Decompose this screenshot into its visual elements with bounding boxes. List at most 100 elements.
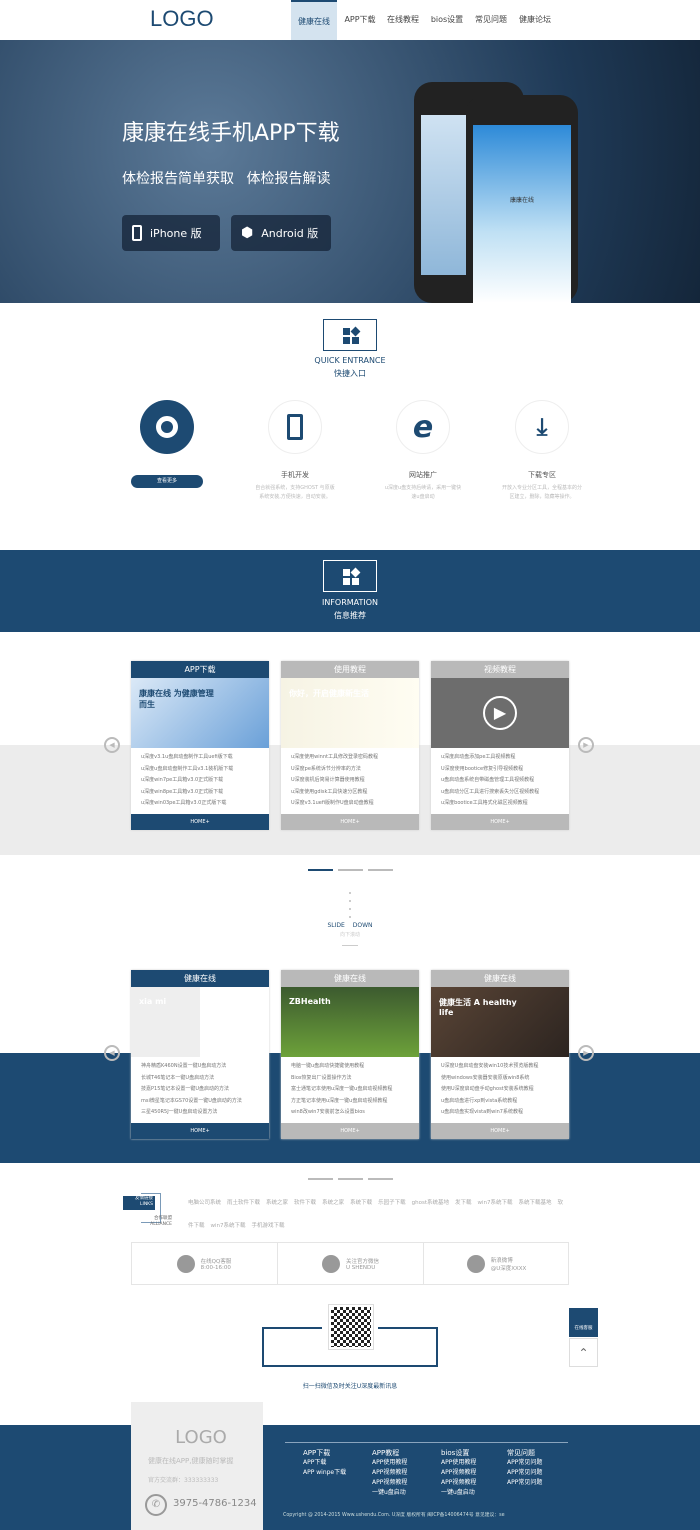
carousel-dot[interactable] <box>368 869 393 871</box>
nav-item[interactable]: 健康在线 <box>291 0 337 40</box>
footer-link[interactable]: APP winpe下载 <box>303 1468 346 1478</box>
card-image[interactable]: 康康在线 为健康管理而生 <box>131 678 269 748</box>
footer-link[interactable]: APP常见问题 <box>507 1458 542 1468</box>
footer-link[interactable]: APP常见问题 <box>507 1478 542 1488</box>
contact-item[interactable]: 关注官方微信 U SHENDU <box>277 1242 423 1285</box>
card-title[interactable]: 健康在线 <box>131 970 269 987</box>
carousel-dot[interactable] <box>338 1178 363 1180</box>
prev-arrow-icon[interactable]: ◀ <box>104 1045 120 1061</box>
back-to-top-button[interactable]: ⌃ <box>569 1338 598 1367</box>
home-button[interactable]: HOME+ <box>281 1123 419 1139</box>
footer-link[interactable]: APP视频教程 <box>441 1468 476 1478</box>
card-link[interactable]: U深度使用bootice修复引导视频教程 <box>441 764 559 776</box>
friend-link[interactable]: 发下载 <box>455 1200 472 1206</box>
friend-link[interactable]: 乐园子下载 <box>378 1200 406 1206</box>
prev-arrow-icon[interactable]: ◀ <box>104 737 120 753</box>
android-button[interactable]: ⬢ Android 版 <box>231 215 331 251</box>
friend-link[interactable]: 雨土软件下载 <box>227 1200 260 1206</box>
card-link[interactable]: U深度装机后简易计算器使用教程 <box>291 775 409 787</box>
nav-item[interactable]: bios设置 <box>427 0 467 40</box>
slide-down-label[interactable]: SLIDE DOWN <box>300 922 400 929</box>
card-link[interactable]: Bios恢复出厂设置操作方法 <box>291 1073 409 1085</box>
card-link[interactable]: u深度win7pe工具箱v3.0正式版下载 <box>141 775 259 787</box>
card-link[interactable]: win8改win7安装前怎么设置bios <box>291 1107 409 1119</box>
download-icon[interactable]: ⤓ <box>515 400 569 454</box>
card-link[interactable]: u深度使用gdisk工具快速分区教程 <box>291 787 409 799</box>
card-image[interactable]: xia mi <box>131 987 269 1057</box>
card-link[interactable]: 长城T46笔记本一键U盘启动方法 <box>141 1073 259 1085</box>
home-button[interactable]: HOME+ <box>431 1123 569 1139</box>
footer-link[interactable]: APP视频教程 <box>372 1478 407 1488</box>
home-button[interactable]: HOME+ <box>431 814 569 830</box>
friend-link[interactable]: 系统下载基地 <box>519 1200 552 1206</box>
card-title[interactable]: 健康在线 <box>281 970 419 987</box>
footer-link[interactable]: 一键u盘启动 <box>441 1488 476 1498</box>
footer-link[interactable]: APP下载 <box>303 1458 346 1468</box>
friend-link[interactable]: 系统之家 <box>322 1200 344 1206</box>
card-link[interactable]: msi微星笔记本GS70设置一键U盘启动的方法 <box>141 1096 259 1108</box>
footer-col-head[interactable]: bios设置 <box>441 1448 476 1458</box>
contact-item[interactable]: 在线QQ客服 8:00-16:00 <box>131 1242 277 1285</box>
card-link[interactable]: U深度pe系统诉节分辨率的方法 <box>291 764 409 776</box>
card-title[interactable]: APP下载 <box>131 661 269 678</box>
card-link[interactable]: 使用U深度启动盘手动ghost安装系统教程 <box>441 1084 559 1096</box>
card-link[interactable]: u深度win03pe工具箱v3.0正式版下载 <box>141 798 259 810</box>
card-link[interactable]: 神舟精盾K460N设置一键U盘启动方法 <box>141 1061 259 1073</box>
footer-col-head[interactable]: APP教程 <box>372 1448 407 1458</box>
card-image[interactable]: 你好，开启健康新生活 <box>281 678 419 748</box>
view-more-button[interactable]: 查看更多 <box>131 475 203 488</box>
contact-item[interactable]: 新浪微博 @U深度XXXX <box>423 1242 569 1285</box>
card-link[interactable]: U深度U盘启动盘安装win10技术预览版教程 <box>441 1061 559 1073</box>
card-link[interactable]: u盘启动分区工具进行搜索丢失分区视频教程 <box>441 787 559 799</box>
chevron-down-icon[interactable] <box>342 938 358 946</box>
nav-item[interactable]: APP下载 <box>340 0 380 40</box>
card-link[interactable]: u深度使用winnt工具修改登录密码教程 <box>291 752 409 764</box>
tablet-icon[interactable] <box>268 400 322 454</box>
home-button[interactable]: HOME+ <box>281 814 419 830</box>
card-link[interactable]: u深度启动盘添加pe工具视频教程 <box>441 752 559 764</box>
nav-item[interactable]: 健康论坛 <box>515 0 555 40</box>
iphone-button[interactable]: iPhone 版 <box>122 215 220 251</box>
nav-item[interactable]: 在线教程 <box>383 0 423 40</box>
footer-link[interactable]: APP视频教程 <box>372 1468 407 1478</box>
friend-link[interactable]: 电脑公司系统 <box>188 1200 221 1206</box>
friend-link[interactable]: 系统之家 <box>266 1200 288 1206</box>
online-service-button[interactable]: 在线客服 <box>569 1308 598 1337</box>
footer-col-head[interactable]: 常见问题 <box>507 1448 542 1458</box>
friend-link[interactable]: win7系统下载 <box>478 1200 513 1206</box>
card-image[interactable]: 健康生活 A healthy life <box>431 987 569 1057</box>
carousel-dot[interactable] <box>368 1178 393 1180</box>
home-button[interactable]: HOME+ <box>131 1123 269 1139</box>
play-icon[interactable]: ▶ <box>483 696 517 730</box>
footer-link[interactable]: APP常见问题 <box>507 1468 542 1478</box>
next-arrow-icon[interactable]: ▶ <box>578 737 594 753</box>
carousel-dot[interactable] <box>308 1178 333 1180</box>
card-link[interactable]: 电脑一键u盘启动快捷键使用教程 <box>291 1061 409 1073</box>
footer-link[interactable]: 一键u盘启动 <box>372 1488 407 1498</box>
friend-link[interactable]: ghost系统基地 <box>412 1200 449 1206</box>
carousel-dot[interactable] <box>308 869 333 871</box>
card-link[interactable]: u深度win8pe工具箱v3.0正式版下载 <box>141 787 259 799</box>
card-title[interactable]: 健康在线 <box>431 970 569 987</box>
next-arrow-icon[interactable]: ▶ <box>578 1045 594 1061</box>
card-link[interactable]: 使用windows安装器安装原版win8系统 <box>441 1073 559 1085</box>
friend-link[interactable]: 手机游戏下载 <box>252 1223 285 1229</box>
footer-link[interactable]: APP使用教程 <box>372 1458 407 1468</box>
friend-link[interactable]: 系统下载 <box>350 1200 372 1206</box>
logo[interactable]: LOGO <box>150 6 214 32</box>
friend-link[interactable]: win7系统下载 <box>211 1223 246 1229</box>
card-image[interactable]: ▶ <box>431 678 569 748</box>
card-link[interactable]: u深度u盘启动盘制作工具v3.1装机版下载 <box>141 764 259 776</box>
nav-item[interactable]: 常见问题 <box>471 0 511 40</box>
card-link[interactable]: u深度bootice工具格式化磁区视频教程 <box>441 798 559 810</box>
search-icon[interactable] <box>140 400 194 454</box>
card-link[interactable]: 技嘉P15笔记本设置一键U盘启动的方法 <box>141 1084 259 1096</box>
footer-link[interactable]: APP使用教程 <box>441 1458 476 1468</box>
friend-link[interactable]: 软件下载 <box>294 1200 316 1206</box>
card-title[interactable]: 使用教程 <box>281 661 419 678</box>
card-link[interactable]: U深度v3.1uefi版制作U盘启动盘教程 <box>291 798 409 810</box>
footer-col-head[interactable]: APP下载 <box>303 1448 346 1458</box>
card-link[interactable]: u深度v3.1u盘启动盘制作工具uefi版下载 <box>141 752 259 764</box>
card-image[interactable]: ZBHealth <box>281 987 419 1057</box>
ie-icon[interactable]: e <box>396 400 450 454</box>
